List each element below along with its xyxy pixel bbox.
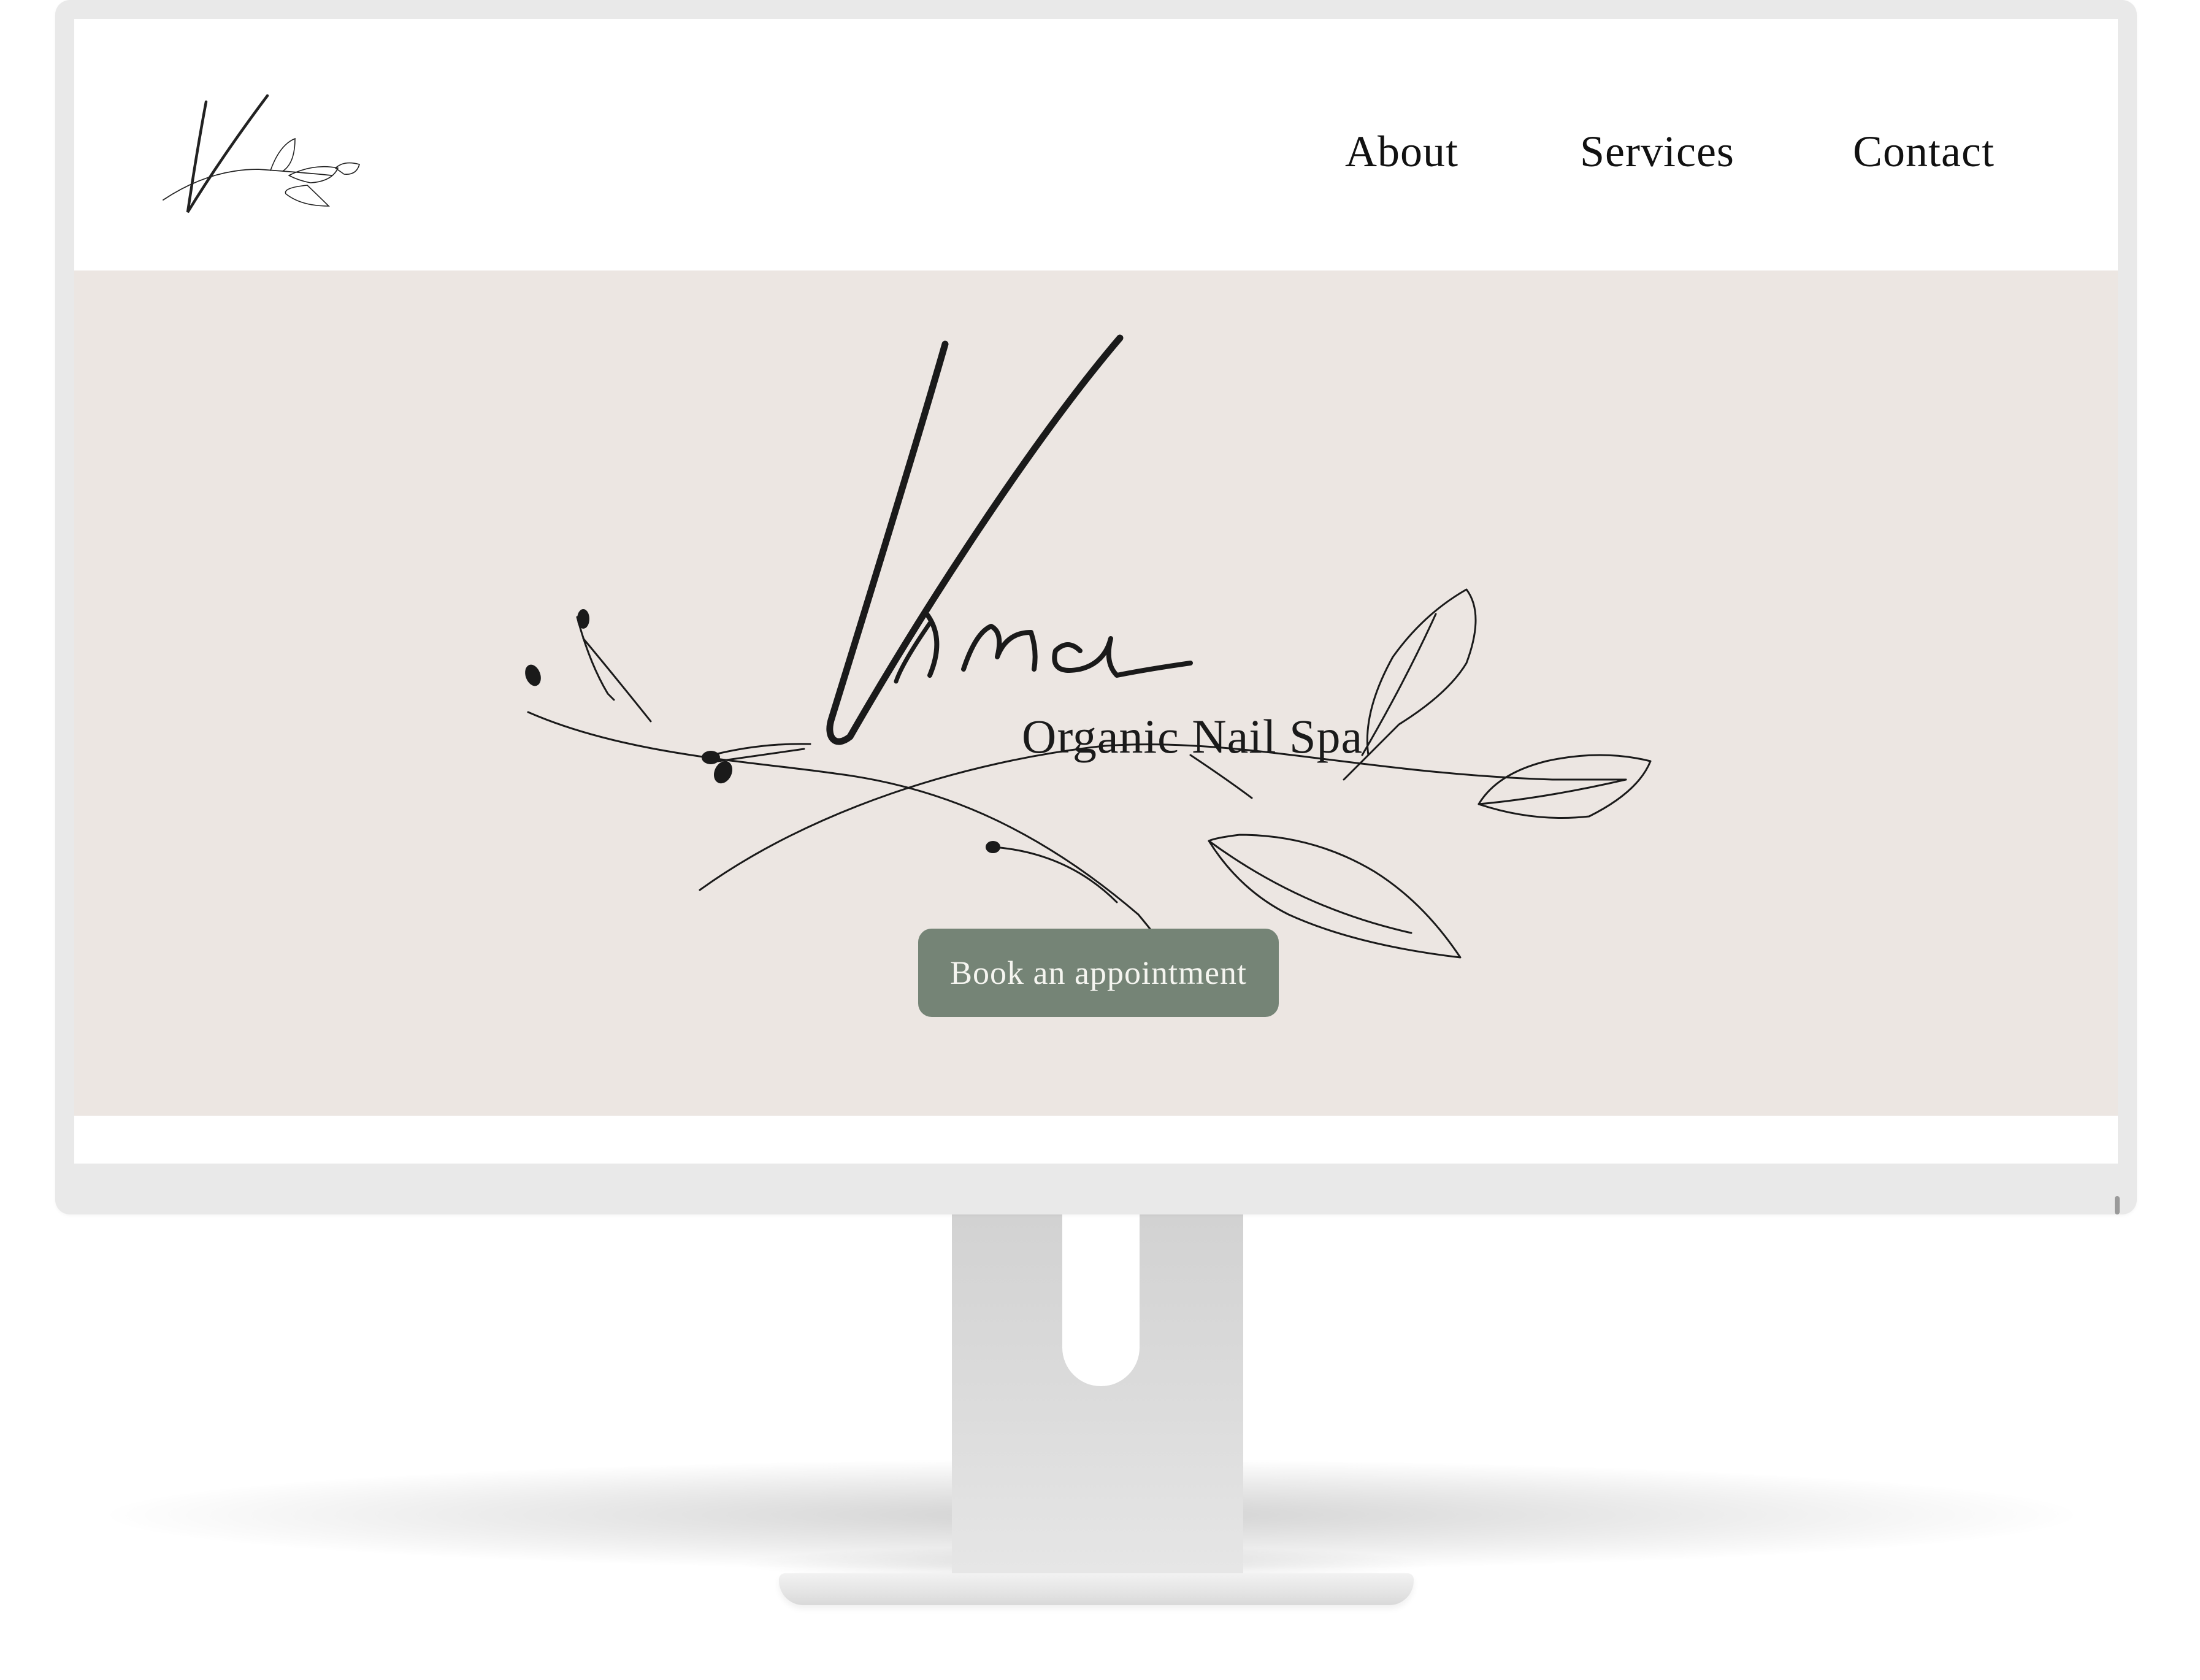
hero-subtitle: Organic Nail Spa xyxy=(1022,710,1363,763)
main-nav: About Services Contact xyxy=(74,126,2118,194)
site-header: About Services Contact xyxy=(74,19,2118,270)
desktop-mockup-scene: About Services Contact Organic Nail Spa … xyxy=(0,0,2200,1680)
monitor-stand xyxy=(952,1214,1243,1573)
hero-logo-v-stroke xyxy=(826,334,1124,745)
stand-cable-slot xyxy=(1062,1214,1140,1386)
nav-link-contact[interactable]: Contact xyxy=(1853,126,1995,177)
hero-logo-ina-stroke xyxy=(924,612,1193,678)
hero-section: Organic Nail Spa Book an appointment xyxy=(74,270,2118,1116)
nav-link-about[interactable]: About xyxy=(1345,126,1458,177)
branch-arc-stroke xyxy=(699,743,1627,891)
scroll-indicator xyxy=(2115,1196,2120,1214)
content-section-start xyxy=(74,1116,2118,1164)
leaf-right xyxy=(1478,754,1652,819)
nav-link-services[interactable]: Services xyxy=(1580,126,1734,177)
browser-viewport: About Services Contact Organic Nail Spa … xyxy=(74,19,2118,1164)
monitor-stand-base xyxy=(779,1573,1414,1605)
book-appointment-button[interactable]: Book an appointment xyxy=(918,929,1279,1017)
monitor-bezel: About Services Contact Organic Nail Spa … xyxy=(55,0,2137,1214)
